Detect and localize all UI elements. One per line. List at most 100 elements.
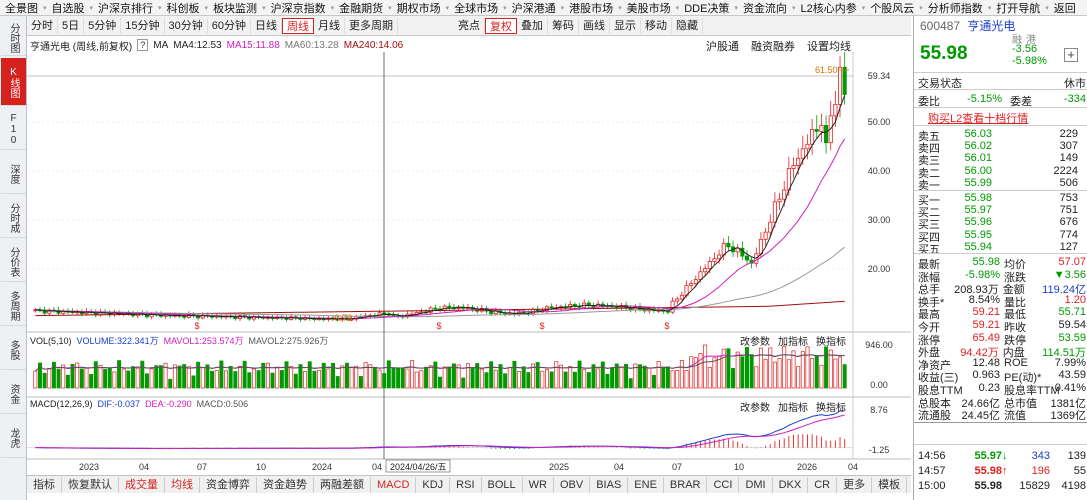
price-axis-label: 20.00: [868, 264, 891, 274]
menu-item-1[interactable]: 自选股: [47, 0, 90, 15]
help-icon[interactable]: ?: [137, 39, 149, 51]
leftnav-item-7[interactable]: 多股: [1, 328, 26, 370]
toolbar-3[interactable]: 15分钟: [121, 17, 165, 34]
indicator-tab-9[interactable]: RSI: [450, 476, 482, 493]
candle: [777, 198, 782, 203]
stat-label: 外盘: [918, 347, 940, 360]
indicator-tab-10[interactable]: BOLL: [482, 476, 523, 493]
menu-item-12[interactable]: DDE决策: [679, 0, 734, 15]
leftnav-item-5[interactable]: 分价表: [1, 240, 26, 282]
stat-value: 24.66亿: [961, 397, 1000, 410]
stock-name: 亨通光电: [967, 19, 1016, 33]
indicator-tab-20[interactable]: 更多: [837, 476, 873, 493]
tick-num: 139: [1067, 450, 1086, 462]
leftnav-item-0[interactable]: 分时图: [1, 18, 26, 56]
indicator-tab-17[interactable]: DMI: [739, 476, 773, 493]
macd-add-indicator[interactable]: 加指标: [778, 399, 808, 414]
toolbar-0[interactable]: 分时: [27, 17, 58, 34]
toolbar-13[interactable]: 筹码: [548, 17, 579, 34]
menu-item-6[interactable]: 金融期货: [334, 0, 388, 15]
toolbar-14[interactable]: 画线: [579, 17, 610, 34]
menu-item-16[interactable]: 分析师指数: [923, 0, 988, 15]
toolbar-16[interactable]: 移动: [641, 17, 672, 34]
macd-edit-params[interactable]: 改参数: [740, 399, 770, 414]
vol-add-indicator[interactable]: 加指标: [778, 333, 808, 348]
volume-bar: [810, 358, 815, 389]
candle: [726, 242, 731, 248]
toolbar-8[interactable]: 月线: [314, 17, 345, 34]
indicator-tab-11[interactable]: WR: [523, 476, 554, 493]
leftnav-item-4[interactable]: 分时成交: [1, 196, 26, 238]
toolbar-10[interactable]: 亮点: [454, 17, 485, 34]
indicator-tab-15[interactable]: BRAR: [664, 476, 708, 493]
toolbar-12[interactable]: 叠加: [517, 17, 548, 34]
menu-item-18[interactable]: 返回: [1049, 0, 1081, 15]
indicator-tab-12[interactable]: OBV: [554, 476, 591, 493]
indicator-tab-6[interactable]: 两融差额: [314, 476, 371, 493]
menu-item-0[interactable]: 全景图: [0, 0, 43, 15]
toolbar-2[interactable]: 5分钟: [84, 17, 122, 34]
toolbar-9[interactable]: 更多周期: [345, 17, 398, 34]
indicator-tab-19[interactable]: CR: [808, 476, 838, 493]
indicator-tab-14[interactable]: ENE: [628, 476, 664, 493]
menu-item-8[interactable]: 全球市场: [449, 0, 503, 15]
volume-bar: [675, 370, 680, 389]
indicator-tab-3[interactable]: 均线: [165, 476, 200, 493]
menu-item-10[interactable]: 港股市场: [564, 0, 618, 15]
menu-item-2[interactable]: 沪深京排行: [93, 0, 158, 15]
volume-bar: [117, 360, 122, 389]
indicator-tab-2[interactable]: 成交量: [119, 476, 165, 493]
toolbar-17[interactable]: 隐藏: [672, 17, 703, 34]
vol-change-indicator[interactable]: 换指标: [816, 333, 846, 348]
indicator-tab-1[interactable]: 恢复默认: [62, 476, 119, 493]
volume-bar: [200, 367, 205, 389]
toolbar-4[interactable]: 30分钟: [165, 17, 208, 34]
indicator-tab-16[interactable]: CCI: [707, 476, 740, 493]
menu-item-17[interactable]: 打开导航: [991, 0, 1045, 15]
indicator-tab-7[interactable]: MACD: [371, 476, 417, 493]
toolbar-6[interactable]: 日线: [251, 17, 282, 34]
l2-link[interactable]: 购买L2查看十档行情: [928, 110, 1028, 126]
menu-item-3[interactable]: 科创板: [162, 0, 205, 15]
volume-bar: [186, 366, 191, 389]
leftnav-item-2[interactable]: F10资料: [1, 108, 26, 150]
indicator-tab-21[interactable]: 模板: [872, 476, 908, 493]
menu-item-14[interactable]: L2核心内参: [795, 0, 861, 15]
toolbar-5[interactable]: 60分钟: [208, 17, 251, 34]
indicator-tab-18[interactable]: DKX: [773, 476, 809, 493]
indicator-tab-4[interactable]: 资金博弈: [200, 476, 257, 493]
menu-item-4[interactable]: 板块监测: [208, 0, 262, 15]
volume-bar: [656, 361, 661, 389]
candle: [814, 129, 819, 132]
indicator-tab-13[interactable]: BIAS: [590, 476, 629, 493]
volume-bar: [303, 371, 308, 389]
volume-bar: [335, 376, 340, 389]
add-watch-icon[interactable]: +: [1064, 48, 1078, 62]
volume-bar: [75, 362, 80, 389]
leftnav-item-3[interactable]: 深度F9: [1, 152, 26, 194]
bids-vol: 751: [1059, 204, 1078, 217]
toolbar-1[interactable]: 5日: [58, 17, 85, 34]
indicator-tab-5[interactable]: 资金趋势: [257, 476, 314, 493]
toolbar-11[interactable]: 复权: [485, 17, 517, 34]
leftnav-item-6[interactable]: 多周期: [1, 284, 26, 326]
toolbar-7[interactable]: 周线: [282, 17, 314, 34]
menu-item-9[interactable]: 沪深港通: [507, 0, 561, 15]
menu-item-11[interactable]: 美股市场: [622, 0, 676, 15]
leftnav-item-9[interactable]: 龙虎: [1, 416, 26, 458]
dea-line: [35, 414, 845, 450]
menu-item-15[interactable]: 个股风云: [865, 0, 919, 15]
menu-item-7[interactable]: 期权市场: [392, 0, 446, 15]
macd-change-indicator[interactable]: 换指标: [816, 399, 846, 414]
menu-item-13[interactable]: 资金流向: [738, 0, 792, 15]
indicator-tab-8[interactable]: KDJ: [416, 476, 451, 493]
leftnav-item-8[interactable]: 资金: [1, 372, 26, 414]
indicator-tab-0[interactable]: 指标: [27, 476, 62, 493]
x-axis-label: 07: [197, 462, 207, 472]
bids-label: 买五: [918, 243, 940, 256]
menu-item-5[interactable]: 沪深京指数: [266, 0, 331, 15]
vol-edit-params[interactable]: 改参数: [740, 333, 770, 348]
leftnav-item-1[interactable]: K线图: [1, 58, 26, 106]
toolbar-15[interactable]: 显示: [610, 17, 641, 34]
chart-title: 亨通光电 (周线,前复权): [30, 41, 133, 53]
